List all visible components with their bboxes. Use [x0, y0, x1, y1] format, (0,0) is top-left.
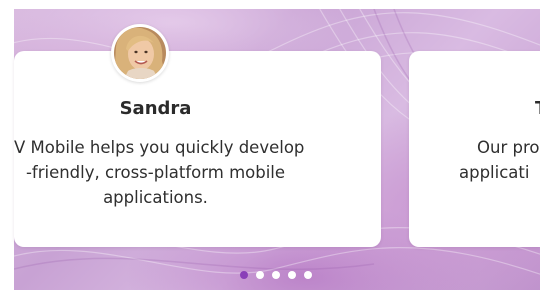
testimonial-quote: Our pro applicati: [409, 135, 540, 185]
testimonial-quote-line: applicati: [459, 163, 530, 182]
user-photo-avatar-icon: [114, 27, 166, 79]
pagination-dot-4[interactable]: [288, 271, 296, 279]
pagination-dot-2[interactable]: [256, 271, 264, 279]
testimonial-carousel-frame: Sandra V Mobile helps you quickly develo…: [0, 0, 540, 293]
testimonial-quote-line: V Mobile helps you quickly develop: [14, 138, 305, 157]
avatar: [111, 24, 169, 82]
testimonial-quote-line: -friendly, cross-platform mobile: [25, 163, 286, 182]
testimonial-card-next: T Our pro applicati: [409, 51, 540, 247]
testimonial-author-name: T: [535, 98, 540, 119]
pagination-dot-1[interactable]: [240, 271, 248, 279]
pagination-dot-3[interactable]: [272, 271, 280, 279]
testimonial-author-name: Sandra: [119, 98, 192, 119]
testimonial-quote-line: applications.: [103, 188, 208, 207]
carousel-pagination: [240, 271, 312, 279]
testimonial-quote-line: Our pro: [477, 138, 540, 157]
testimonial-quote: V Mobile helps you quickly develop -frie…: [14, 135, 305, 210]
pagination-dot-5[interactable]: [304, 271, 312, 279]
testimonial-card-sandra: Sandra V Mobile helps you quickly develo…: [14, 51, 381, 247]
